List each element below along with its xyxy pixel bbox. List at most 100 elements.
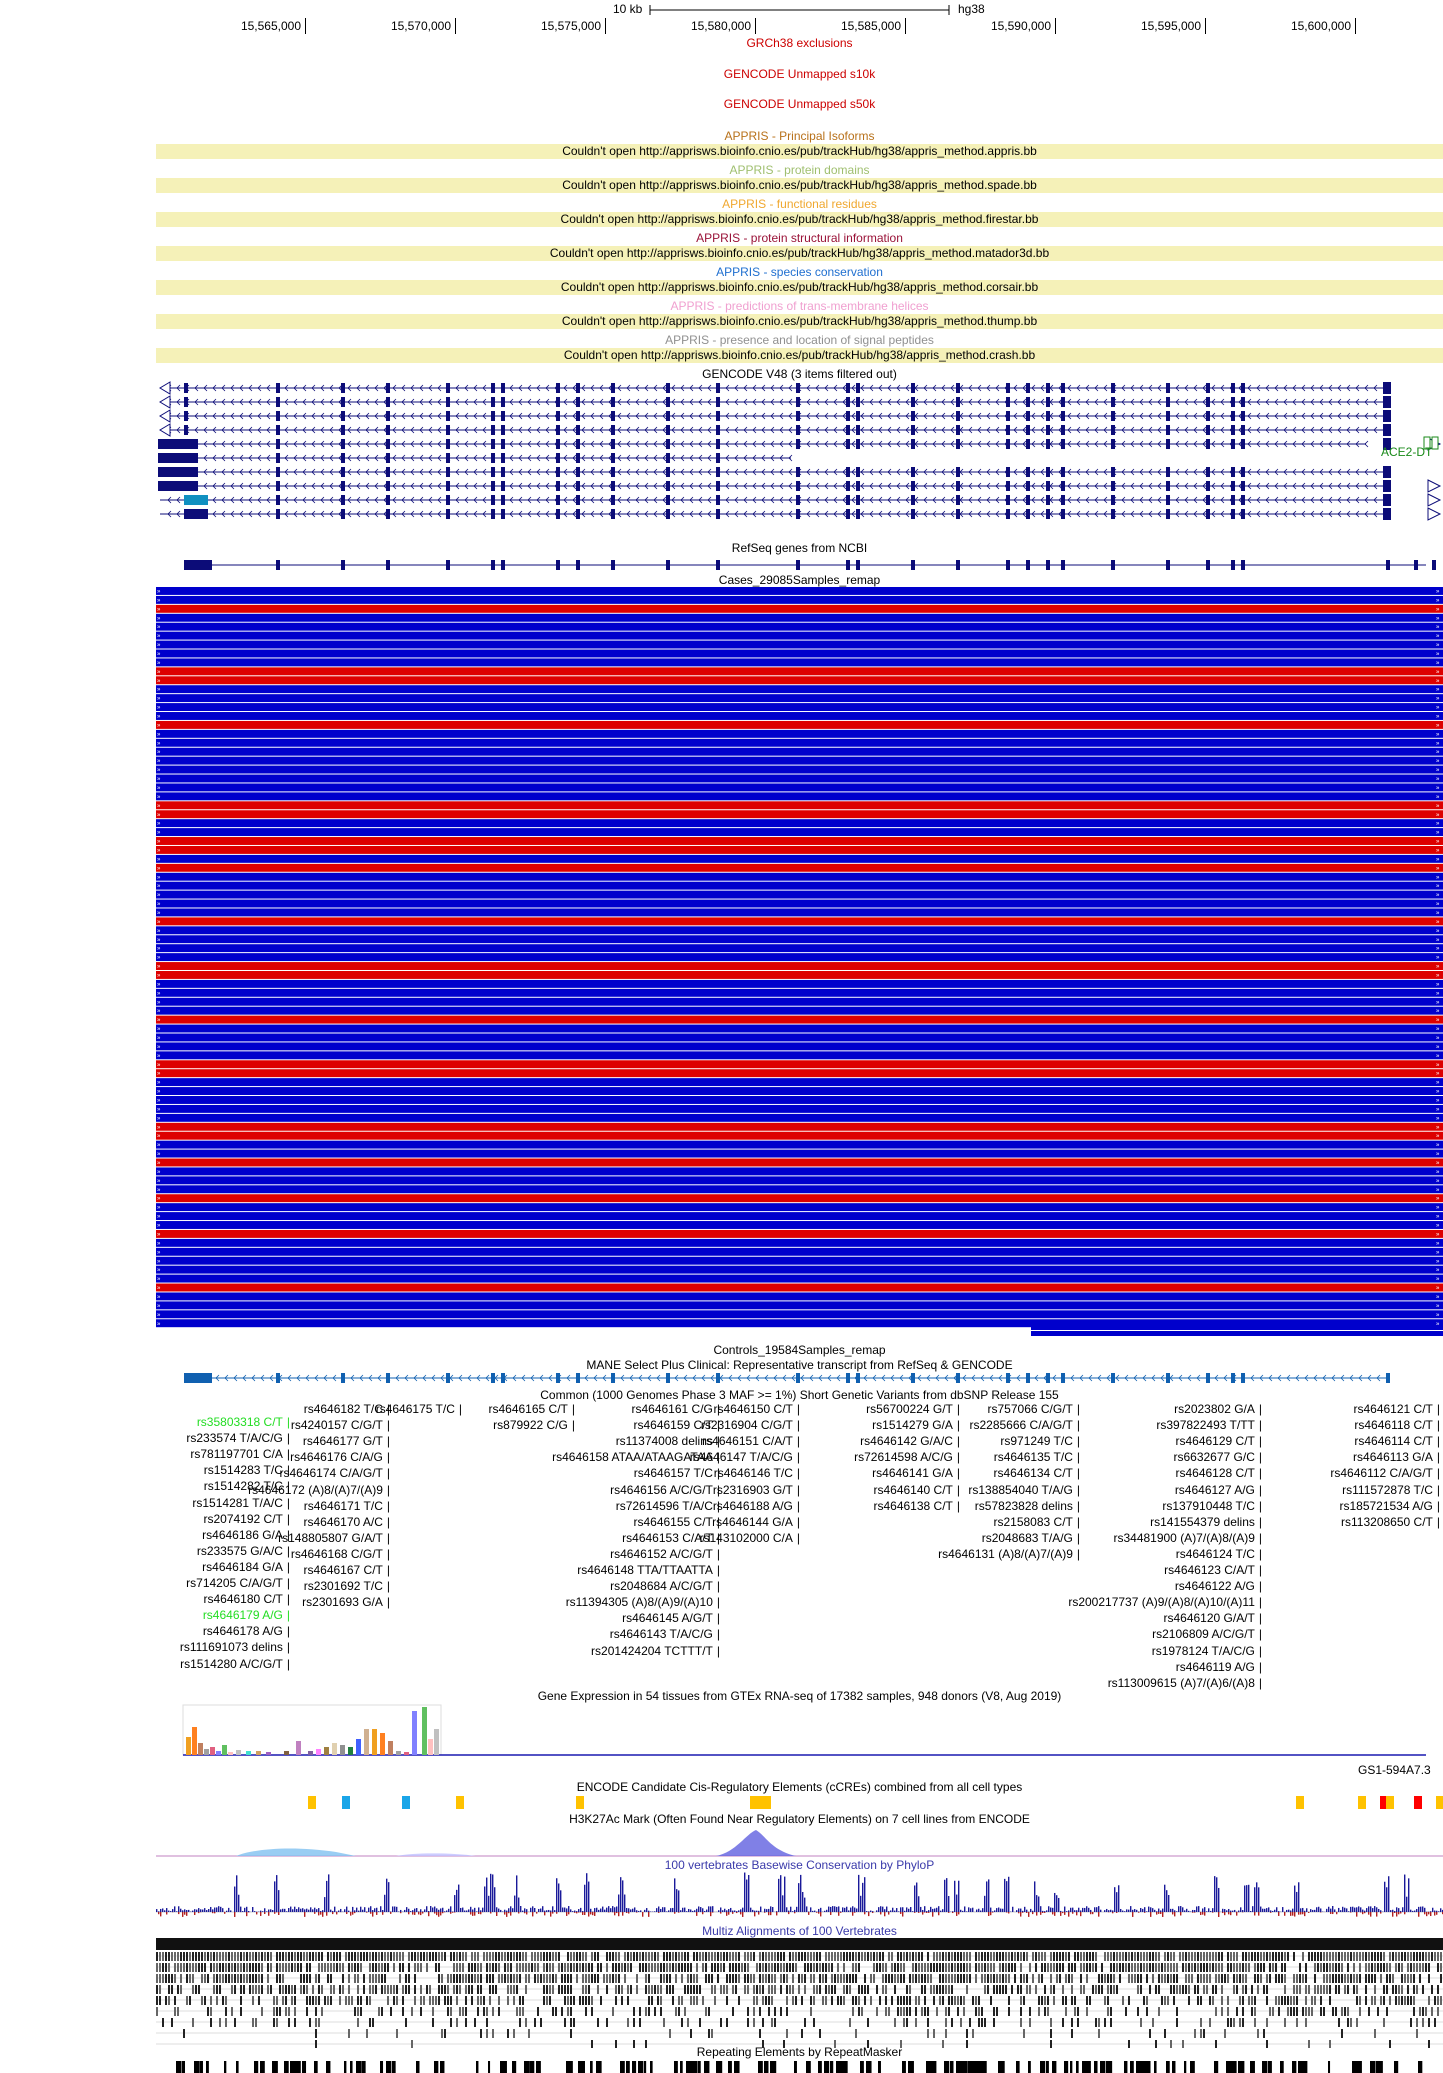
snp-variant[interactable]: rs4646128 C/T bbox=[1175, 1466, 1262, 1481]
snp-variant[interactable]: rs11394305 (A)8/(A)9/(A)10 bbox=[566, 1595, 720, 1610]
snp-variant[interactable]: rs879922 C/G bbox=[493, 1418, 575, 1433]
snp-variant[interactable]: rs4646156 A/C/G/T bbox=[610, 1483, 720, 1498]
snp-variant[interactable]: rs35803318 C/T bbox=[197, 1415, 290, 1430]
snp-variant[interactable]: rs233574 T/A/C/G bbox=[186, 1431, 290, 1446]
snp-variant[interactable]: rs4646113 G/A bbox=[1353, 1450, 1440, 1465]
appris-title[interactable]: APPRIS - predictions of trans-membrane h… bbox=[156, 299, 1443, 313]
snp-variant[interactable]: rs4646119 A/G bbox=[1176, 1660, 1262, 1675]
snp-variant[interactable]: rs4646112 C/A/G/T bbox=[1330, 1466, 1440, 1481]
snp-variant[interactable]: rs1514283 T/C bbox=[204, 1463, 290, 1478]
track-title-gencode-unmapped-s50k[interactable]: GENCODE Unmapped s50k bbox=[156, 97, 1443, 111]
track-title-cases[interactable]: Cases_29085Samples_remap bbox=[156, 573, 1443, 587]
appris-title[interactable]: APPRIS - protein structural information bbox=[156, 231, 1443, 245]
snp-variant[interactable]: rs2285666 C/A/G/T bbox=[969, 1418, 1080, 1433]
snp-variant[interactable]: rs143102000 C/A bbox=[699, 1531, 800, 1546]
snp-variant[interactable]: rs200217737 (A)9/(A)8/(A)10/(A)11 bbox=[1068, 1595, 1262, 1610]
track-title-gtex[interactable]: Gene Expression in 54 tissues from GTEx … bbox=[156, 1689, 1443, 1703]
snp-variant[interactable]: rs4646114 C/T bbox=[1354, 1434, 1440, 1449]
snp-variant[interactable]: rs4646155 C/T bbox=[633, 1515, 720, 1530]
snp-variant[interactable]: rs4646188 A/G bbox=[713, 1499, 800, 1514]
track-title-encode-ccre[interactable]: ENCODE Candidate Cis-Regulatory Elements… bbox=[156, 1780, 1443, 1794]
gtex-gene-label[interactable]: GS1-594A7.3 bbox=[1358, 1763, 1431, 1777]
phylop-conservation-track[interactable] bbox=[156, 1872, 1443, 1924]
snp-variant[interactable]: rs4646165 C/T bbox=[488, 1402, 575, 1417]
snp-variant[interactable]: rs72614596 T/A/C bbox=[616, 1499, 720, 1514]
snp-variant[interactable]: rs4646146 T/C bbox=[714, 1466, 800, 1481]
snp-variant[interactable]: rs4646145 A/G/T bbox=[622, 1611, 720, 1626]
snp-variant[interactable]: rs4646179 A/G bbox=[203, 1608, 290, 1623]
snp-variant[interactable]: rs2106809 A/C/G/T bbox=[1152, 1627, 1262, 1642]
snp-variant[interactable]: rs4646122 A/G bbox=[1175, 1579, 1262, 1594]
snp-variant[interactable]: rs4646135 T/C bbox=[994, 1450, 1080, 1465]
snp-variant[interactable]: rs138854040 T/A/G bbox=[968, 1483, 1080, 1498]
snp-variant[interactable]: rs72614598 A/C/G bbox=[854, 1450, 960, 1465]
snp-variant[interactable]: rs4646186 G/A bbox=[202, 1528, 290, 1543]
snp-variant[interactable]: rs4646147 T/A/C/G bbox=[690, 1450, 800, 1465]
snp-variant[interactable]: rs2048683 T/A/G bbox=[982, 1531, 1080, 1546]
snp-variant[interactable]: rs2158083 C/T bbox=[993, 1515, 1080, 1530]
appris-title[interactable]: APPRIS - functional residues bbox=[156, 197, 1443, 211]
snp-variant[interactable]: rs4646138 C/T bbox=[873, 1499, 960, 1514]
snp-variant[interactable]: rs4646148 TTA/TTAATTA bbox=[577, 1563, 720, 1578]
appris-title[interactable]: APPRIS - Principal Isoforms bbox=[156, 129, 1443, 143]
snp-variant[interactable]: rs1514281 T/A/C bbox=[192, 1496, 290, 1511]
multiz-alignment-track[interactable] bbox=[156, 1938, 1443, 2048]
snp-variant[interactable]: rs111691073 delins bbox=[180, 1640, 290, 1655]
snp-variant[interactable]: rs781197701 C/A bbox=[190, 1447, 290, 1462]
snp-variant[interactable]: rs2316903 G/T bbox=[713, 1483, 800, 1498]
snp-variant[interactable]: rs148805807 G/A/T bbox=[278, 1531, 390, 1546]
appris-error[interactable]: Couldn't open http://apprisws.bioinfo.cn… bbox=[156, 246, 1443, 261]
snp-variant[interactable]: rs233575 G/A/C bbox=[197, 1544, 290, 1559]
snp-variant[interactable]: rs56700224 G/T bbox=[866, 1402, 960, 1417]
snp-variant[interactable]: rs4646151 C/A/T bbox=[702, 1434, 800, 1449]
snp-variant[interactable]: rs4646134 C/T bbox=[993, 1466, 1080, 1481]
snp-variant[interactable]: rs6632677 G/C bbox=[1173, 1450, 1262, 1465]
snp-variant[interactable]: rs1514280 A/C/G/T bbox=[180, 1657, 290, 1672]
snp-variant[interactable]: rs113208650 C/T bbox=[1341, 1515, 1440, 1530]
h3k27ac-track[interactable] bbox=[156, 1826, 1443, 1858]
snp-variant[interactable]: rs4646170 A/C bbox=[303, 1515, 390, 1530]
track-title-refseq[interactable]: RefSeq genes from NCBI bbox=[156, 541, 1443, 555]
snp-variant[interactable]: rs4646175 T/C bbox=[376, 1402, 462, 1417]
ace2-dt-gene-label[interactable]: ACE2-DT bbox=[1381, 445, 1432, 459]
snp-variant[interactable]: rs4646143 T/A/C/G bbox=[610, 1627, 720, 1642]
snp-variant[interactable]: rs4240157 C/G/T bbox=[291, 1418, 390, 1433]
snp-variant[interactable]: rs201424204 TCTTT/T bbox=[591, 1644, 720, 1659]
snp-variant[interactable]: rs2074192 C/T bbox=[203, 1512, 290, 1527]
encode-ccre-track[interactable] bbox=[156, 1794, 1443, 1810]
gencode-v48-track[interactable] bbox=[156, 380, 1443, 540]
appris-error[interactable]: Couldn't open http://apprisws.bioinfo.cn… bbox=[156, 144, 1443, 159]
snp-variant[interactable]: rs4646174 C/A/G/T bbox=[279, 1466, 390, 1481]
appris-error[interactable]: Couldn't open http://apprisws.bioinfo.cn… bbox=[156, 348, 1443, 363]
snp-variant[interactable]: rs4646161 C/G bbox=[631, 1402, 720, 1417]
mane-transcript-track[interactable] bbox=[156, 1370, 1443, 1386]
snp-variant[interactable]: rs4646180 C/T bbox=[203, 1592, 290, 1607]
snp-variant[interactable]: rs4646157 T/C bbox=[634, 1466, 720, 1481]
track-title-dbsnp[interactable]: Common (1000 Genomes Phase 3 MAF >= 1%) … bbox=[156, 1388, 1443, 1402]
snp-variant[interactable]: rs4646118 C/T bbox=[1354, 1418, 1440, 1433]
track-title-h3k27ac[interactable]: H3K27Ac Mark (Often Found Near Regulator… bbox=[156, 1812, 1443, 1826]
snp-variant[interactable]: rs4646142 G/A/C bbox=[860, 1434, 960, 1449]
snp-variant[interactable]: rs757066 C/G/T bbox=[988, 1402, 1081, 1417]
snp-variant[interactable]: rs185721534 A/G bbox=[1339, 1499, 1440, 1514]
snp-variant[interactable]: rs971249 T/C bbox=[1000, 1434, 1080, 1449]
snp-variant[interactable]: rs4646131 (A)8/(A)7/(A)9 bbox=[938, 1547, 1080, 1562]
appris-title[interactable]: APPRIS - protein domains bbox=[156, 163, 1443, 177]
track-title-gencode-unmapped-s10k[interactable]: GENCODE Unmapped s10k bbox=[156, 67, 1443, 81]
snp-variant[interactable]: rs1514279 G/A bbox=[872, 1418, 960, 1433]
appris-error[interactable]: Couldn't open http://apprisws.bioinfo.cn… bbox=[156, 280, 1443, 295]
snp-variant[interactable]: rs4646152 A/C/G/T bbox=[610, 1547, 720, 1562]
snp-variant[interactable]: rs137910448 T/C bbox=[1162, 1499, 1262, 1514]
snp-variant[interactable]: rs4646140 C/T bbox=[873, 1483, 960, 1498]
track-title-grch38-exclusions[interactable]: GRCh38 exclusions bbox=[156, 36, 1443, 50]
snp-variant[interactable]: rs4646177 G/T bbox=[303, 1434, 390, 1449]
snp-variant[interactable]: rs4646121 C/T bbox=[1353, 1402, 1440, 1417]
track-title-gencode-v48[interactable]: GENCODE V48 (3 items filtered out) bbox=[156, 367, 1443, 381]
snp-variant[interactable]: rs57823828 delins bbox=[975, 1499, 1080, 1514]
appris-error[interactable]: Couldn't open http://apprisws.bioinfo.cn… bbox=[156, 314, 1443, 329]
snp-variant[interactable]: rs4646124 T/C bbox=[1176, 1547, 1262, 1562]
snp-variant[interactable]: rs2301693 G/A bbox=[302, 1595, 390, 1610]
track-title-repeatmasker[interactable]: Repeating Elements by RepeatMasker bbox=[156, 2045, 1443, 2059]
snp-variant[interactable]: rs4646184 G/A bbox=[202, 1560, 290, 1575]
snp-variant[interactable]: rs397822493 T/TT bbox=[1156, 1418, 1262, 1433]
